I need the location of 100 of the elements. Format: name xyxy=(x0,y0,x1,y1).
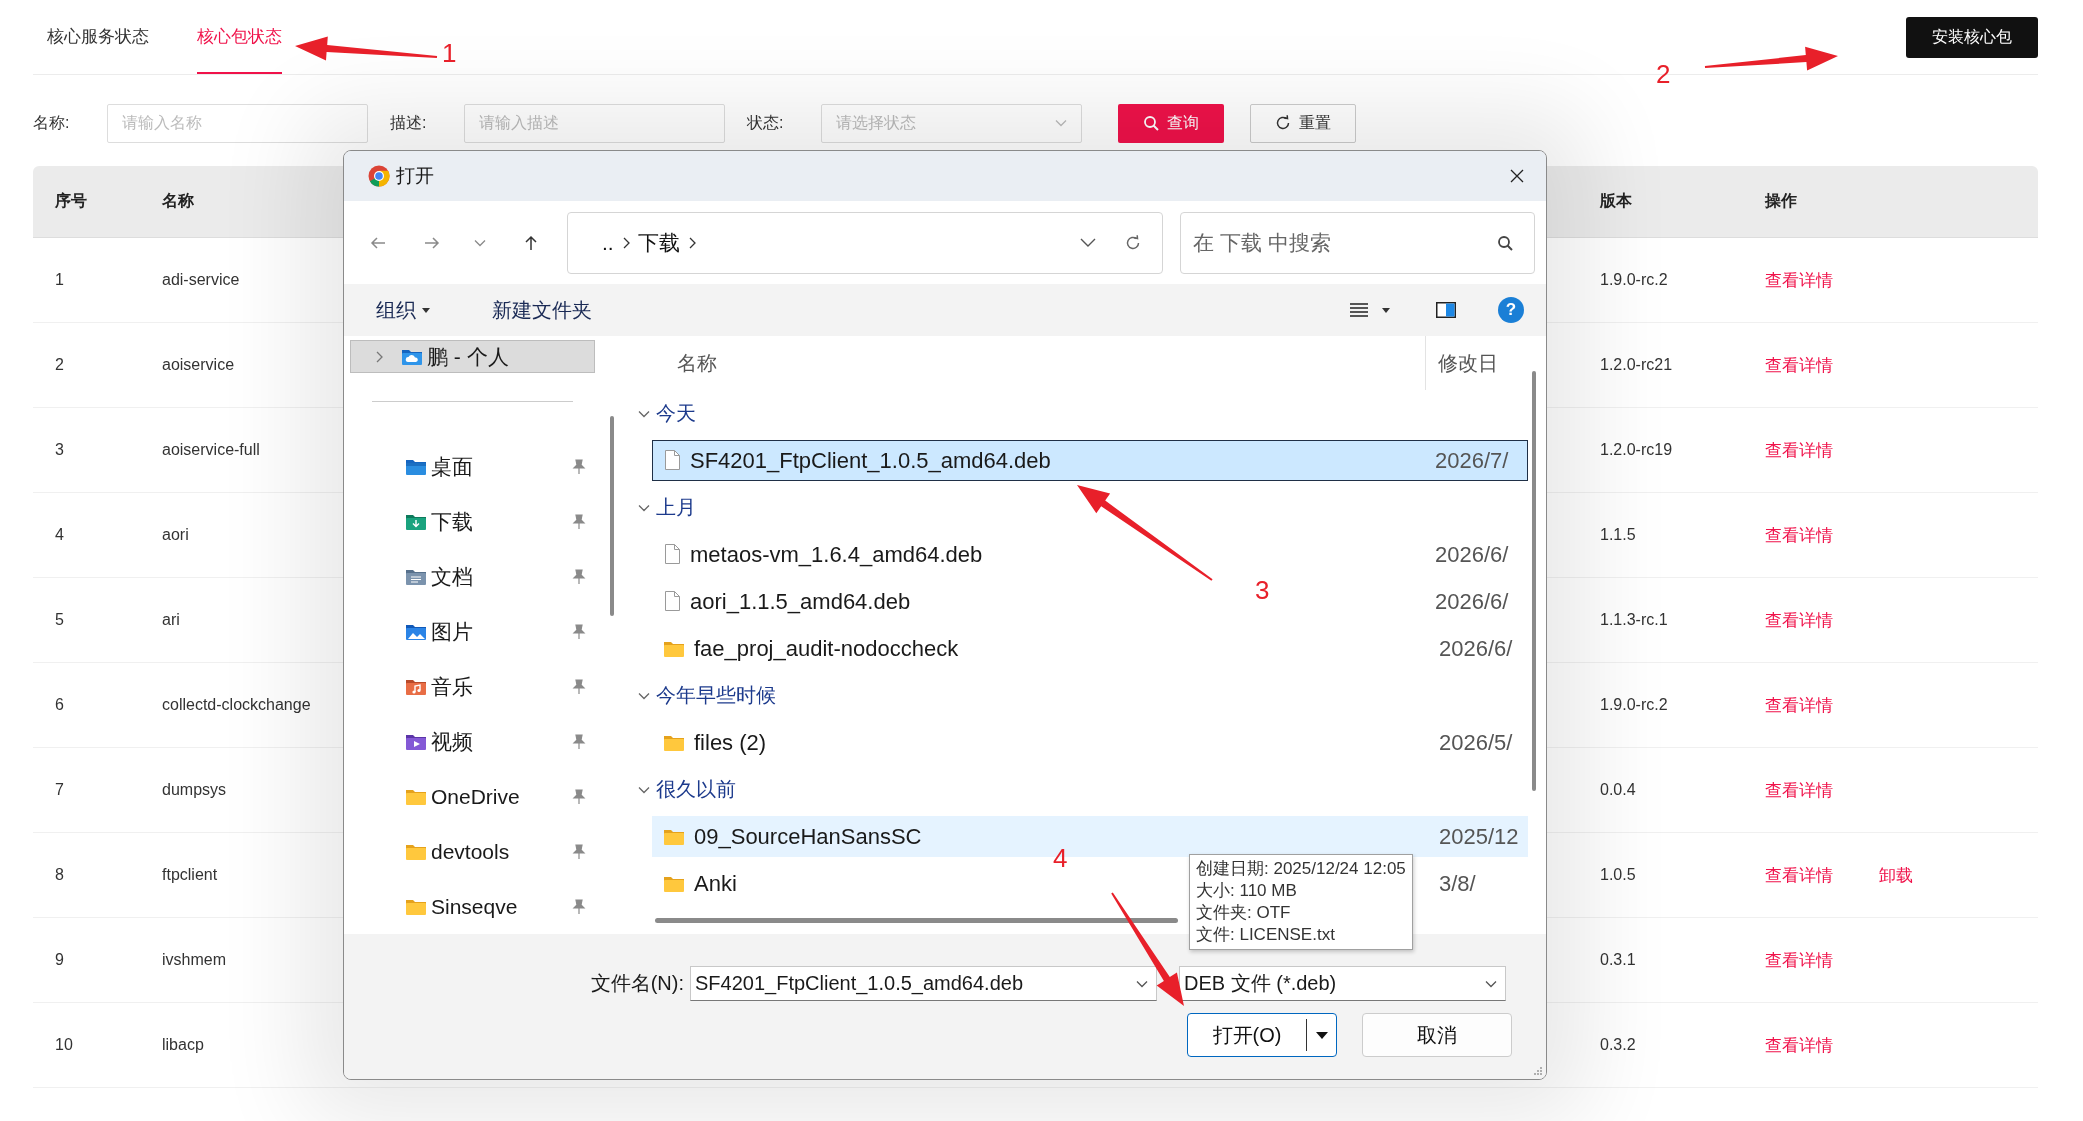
group-header[interactable]: 今天 xyxy=(623,390,702,437)
annotation-number: 1 xyxy=(442,40,457,66)
table-cell: dumpsys xyxy=(162,781,227,798)
group-header[interactable]: 今年早些时候 xyxy=(623,672,782,719)
action-link[interactable]: 查看详情 xyxy=(1765,608,1833,632)
folder-icon xyxy=(663,639,685,658)
scrollbar-thumb[interactable] xyxy=(1532,371,1536,791)
filename-field[interactable]: SF4201_FtpClient_1.0.5_amd64.deb xyxy=(690,966,1157,1001)
nav-item[interactable]: 图片 xyxy=(344,604,601,659)
annotation-number: 3 xyxy=(1255,577,1270,603)
nav-item[interactable]: OneDrive xyxy=(344,769,601,824)
file-row[interactable]: SF4201_FtpClient_1.0.5_amd64.deb 2026/7/ xyxy=(652,440,1528,481)
table-cell: libacp xyxy=(162,1036,204,1053)
cancel-button[interactable]: 取消 xyxy=(1362,1013,1512,1057)
search-icon xyxy=(1143,115,1159,131)
nav-item[interactable]: Sinseqve xyxy=(344,879,601,934)
file-date: 2026/6/ xyxy=(1435,541,1509,568)
chevron-down-icon xyxy=(1080,236,1096,249)
file-name: SF4201_FtpClient_1.0.5_amd64.deb xyxy=(690,447,1051,474)
list-view-icon xyxy=(1350,303,1368,317)
install-button[interactable]: 安装核心包 xyxy=(1906,16,2038,58)
field-label: 描述: xyxy=(390,112,428,133)
field-label: 状态: xyxy=(747,112,785,133)
nav-item[interactable]: 鹏 - 个人 xyxy=(350,340,595,373)
column-header[interactable]: 修改日 xyxy=(1425,336,1498,390)
action-link[interactable]: 查看详情 xyxy=(1765,268,1833,292)
action-link[interactable]: 查看详情 xyxy=(1765,1033,1833,1057)
file-icon xyxy=(663,544,681,565)
action-link[interactable]: 查看详情 xyxy=(1765,863,1833,887)
action-link[interactable]: 查看详情 xyxy=(1765,693,1833,717)
breadcrumb[interactable]: .. xyxy=(596,230,620,255)
file-name: 09_SourceHanSansSC xyxy=(694,823,922,850)
file-date: 3/8/ xyxy=(1439,870,1476,897)
table-cell: 10 xyxy=(55,1036,73,1053)
table-cell: adi-service xyxy=(162,271,240,288)
scrollbar-thumb[interactable] xyxy=(610,416,614,616)
music-folder-icon xyxy=(405,677,427,696)
refresh-icon xyxy=(1275,115,1291,131)
desktop-icon xyxy=(405,457,427,476)
address-bar[interactable]: .. 下载 xyxy=(567,211,1163,274)
tab[interactable]: 核心服务状态 xyxy=(47,0,149,74)
table-cell: 6 xyxy=(55,696,64,713)
nav-item[interactable]: 音乐 xyxy=(344,659,601,714)
table-cell: collectd-clockchange xyxy=(162,696,311,713)
table-cell: 7 xyxy=(55,781,64,798)
table-cell: 0.3.2 xyxy=(1600,1036,1636,1053)
file-date: 2026/6/ xyxy=(1435,588,1509,615)
breadcrumb[interactable]: 下载 xyxy=(631,228,686,257)
folder-icon xyxy=(405,842,427,861)
action-link[interactable]: 查看详情 xyxy=(1765,948,1833,972)
table-cell: 8 xyxy=(55,866,64,883)
video-folder-icon xyxy=(405,732,427,751)
table-cell: 1.9.0-rc.2 xyxy=(1600,696,1668,713)
field-label: 名称: xyxy=(33,112,71,133)
column-header[interactable]: 名称 xyxy=(623,349,1425,377)
reset-button[interactable]: 重置 xyxy=(1250,103,1356,143)
action-link[interactable]: 查看详情 xyxy=(1765,438,1833,462)
action-link[interactable]: 查看详情 xyxy=(1765,353,1833,377)
table-cell: 1.1.3-rc.1 xyxy=(1600,611,1668,628)
tooltip-line: 大小: 110 MB xyxy=(1196,880,1297,902)
table-cell: 1.1.5 xyxy=(1600,526,1636,543)
column-header: 版本 xyxy=(1599,191,1633,211)
action-link[interactable]: 查看详情 xyxy=(1765,523,1833,547)
scrollbar-thumb[interactable] xyxy=(655,918,1178,923)
caret-icon xyxy=(422,307,430,313)
nav-item[interactable]: devtools xyxy=(344,824,601,879)
nav-item[interactable]: 文档 xyxy=(344,549,601,604)
column-header: 操作 xyxy=(1763,191,1798,211)
file-date: 2026/5/ xyxy=(1439,729,1513,756)
preview-pane-icon xyxy=(1436,302,1456,318)
field-label: 文件名(N): xyxy=(589,971,685,996)
toolbar-button[interactable]: 组织 xyxy=(368,290,438,330)
documents-folder-icon xyxy=(405,567,427,586)
input-field[interactable]: 请输入描述 xyxy=(464,103,725,143)
table-cell: 1.2.0-rc19 xyxy=(1600,441,1673,458)
caret-icon xyxy=(1315,1031,1328,1039)
file-type-dropdown[interactable]: DEB 文件 (*.deb) xyxy=(1179,966,1506,1001)
group-header[interactable]: 很久以前 xyxy=(623,766,742,813)
close-icon xyxy=(1509,168,1525,184)
nav-item[interactable]: 下载 xyxy=(344,494,601,549)
chevron-down-icon xyxy=(1055,117,1067,129)
toolbar-button[interactable]: 新建文件夹 xyxy=(484,290,600,330)
tab[interactable]: 核心包状态 xyxy=(197,0,282,74)
file-date: 2026/7/ xyxy=(1435,447,1509,474)
search-button[interactable]: 查询 xyxy=(1118,103,1224,143)
download-folder-icon xyxy=(405,512,427,531)
table-cell: aoiservice xyxy=(162,356,235,373)
action-link[interactable]: 卸载 xyxy=(1879,863,1913,887)
help-button[interactable]: ? xyxy=(1498,297,1524,323)
caret-icon xyxy=(1382,307,1390,313)
input-field[interactable]: 请输入名称 xyxy=(107,103,368,143)
tooltip-line: 创建日期: 2025/12/24 12:05 xyxy=(1196,858,1406,880)
file-icon xyxy=(663,591,681,612)
file-name: Anki xyxy=(694,870,737,897)
search-field[interactable]: 在 下载 中搜索 xyxy=(1180,211,1535,274)
action-link[interactable]: 查看详情 xyxy=(1765,778,1833,802)
nav-item[interactable]: 视频 xyxy=(344,714,601,769)
column-header: 名称 xyxy=(161,191,195,211)
nav-item[interactable]: 桌面 xyxy=(344,439,601,494)
group-header[interactable]: 上月 xyxy=(623,484,702,531)
